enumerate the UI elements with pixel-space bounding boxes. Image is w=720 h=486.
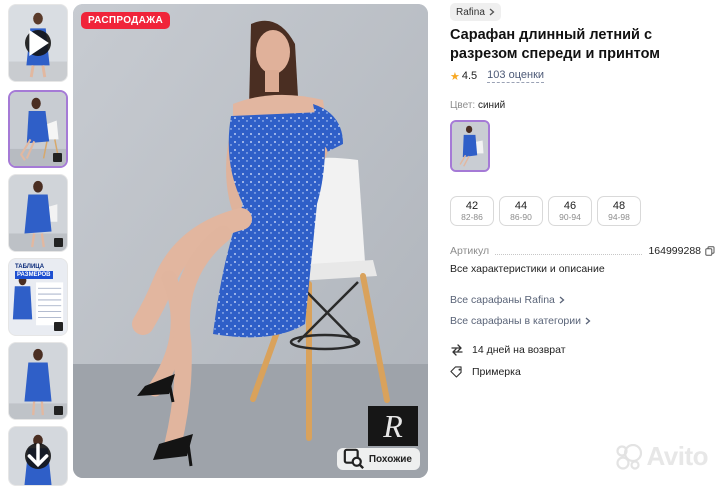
- brand-mini-logo: [54, 322, 63, 331]
- rating-row: ★ 4.5 103 оценки: [450, 69, 545, 83]
- chevron-right-icon: [585, 317, 591, 325]
- thumbnail-photo[interactable]: [8, 342, 68, 420]
- play-button[interactable]: [25, 30, 51, 56]
- avito-wordmark: Avito: [646, 441, 708, 471]
- size-option[interactable]: 46 90-94: [548, 196, 592, 226]
- seller-chip[interactable]: Rafina: [450, 3, 501, 21]
- dotted-leader: [495, 247, 643, 255]
- size-range: 86-90: [510, 212, 532, 222]
- thumbnail-photo-selected[interactable]: [8, 90, 68, 168]
- article-row: Артикул 164999288: [450, 245, 715, 257]
- size-label: 46: [563, 200, 577, 212]
- brand-mini-logo: [54, 406, 63, 415]
- returns-label: 14 дней на возврат: [472, 344, 566, 356]
- size-chart-subtitle: РАЗМЕРОВ: [15, 271, 53, 279]
- avito-watermark: Avito: [615, 441, 708, 472]
- avito-logo-icon: [616, 443, 643, 470]
- color-value: синий: [477, 100, 506, 111]
- thumbnail-photo[interactable]: [8, 426, 68, 486]
- tag-icon: [450, 366, 462, 378]
- size-selector: 42 82-86 44 86-90 46 90-94 48 94-98: [450, 196, 641, 226]
- try-on-label: Примерка: [472, 366, 521, 378]
- size-option[interactable]: 48 94-98: [597, 196, 641, 226]
- sale-badge: РАСПРОДАЖА: [81, 12, 170, 29]
- product-title: Сарафан длинный летний с разрезом сперед…: [450, 27, 660, 62]
- size-option[interactable]: 44 86-90: [499, 196, 543, 226]
- size-range: 90-94: [559, 212, 581, 222]
- main-product-photo[interactable]: РАСПРОДАЖА R Похожие: [73, 4, 428, 478]
- scroll-down-button[interactable]: [25, 443, 51, 469]
- chevron-right-icon: [559, 296, 565, 304]
- brand-logo: R: [368, 406, 418, 446]
- star-icon: ★: [450, 70, 460, 83]
- all-specs-link[interactable]: Все характеристики и описание: [450, 263, 605, 275]
- size-range: 94-98: [608, 212, 630, 222]
- size-option[interactable]: 42 82-86: [450, 196, 494, 226]
- rating-value: 4.5: [461, 70, 478, 82]
- category-sarafans-link[interactable]: Все сарафаны в категории: [450, 315, 591, 327]
- return-arrows-icon: [451, 344, 463, 356]
- image-search-icon: [343, 448, 364, 470]
- thumbnail-video[interactable]: [8, 4, 68, 82]
- seller-name: Rafina: [456, 6, 485, 18]
- arrow-down-icon: [27, 443, 49, 468]
- similar-button-label: Похожие: [368, 453, 412, 465]
- size-range: 82-86: [461, 212, 483, 222]
- category-sarafans-label: Все сарафаны в категории: [450, 315, 581, 327]
- brand-mini-logo: [53, 153, 62, 162]
- brand-mini-logo: [54, 238, 63, 247]
- copy-icon[interactable]: [705, 246, 715, 256]
- thumbnail-photo[interactable]: [8, 174, 68, 252]
- size-chart-title: ТАБЛИЦА: [15, 264, 45, 270]
- color-swatch-blue[interactable]: [450, 120, 490, 172]
- play-icon: [29, 30, 49, 56]
- article-value: 164999288: [648, 245, 701, 257]
- size-label: 48: [612, 200, 626, 212]
- reviews-link[interactable]: 103 оценки: [487, 69, 545, 83]
- color-label: Цвет: синий: [450, 100, 505, 111]
- chevron-right-icon: [489, 8, 495, 16]
- seller-sarafans-link[interactable]: Все сарафаны Rafina: [450, 294, 565, 306]
- color-label-text: Цвет:: [450, 100, 476, 111]
- seller-sarafans-label: Все сарафаны Rafina: [450, 294, 555, 306]
- thumbnail-size-chart[interactable]: ТАБЛИЦА РАЗМЕРОВ: [8, 258, 68, 336]
- try-on-feature: Примерка: [450, 366, 521, 378]
- returns-feature: 14 дней на возврат: [450, 344, 566, 356]
- similar-button[interactable]: Похожие: [336, 448, 420, 470]
- size-chart-label: ТАБЛИЦА РАЗМЕРОВ: [15, 264, 53, 279]
- article-label: Артикул: [450, 245, 490, 257]
- size-label: 44: [514, 200, 528, 212]
- size-label: 42: [465, 200, 479, 212]
